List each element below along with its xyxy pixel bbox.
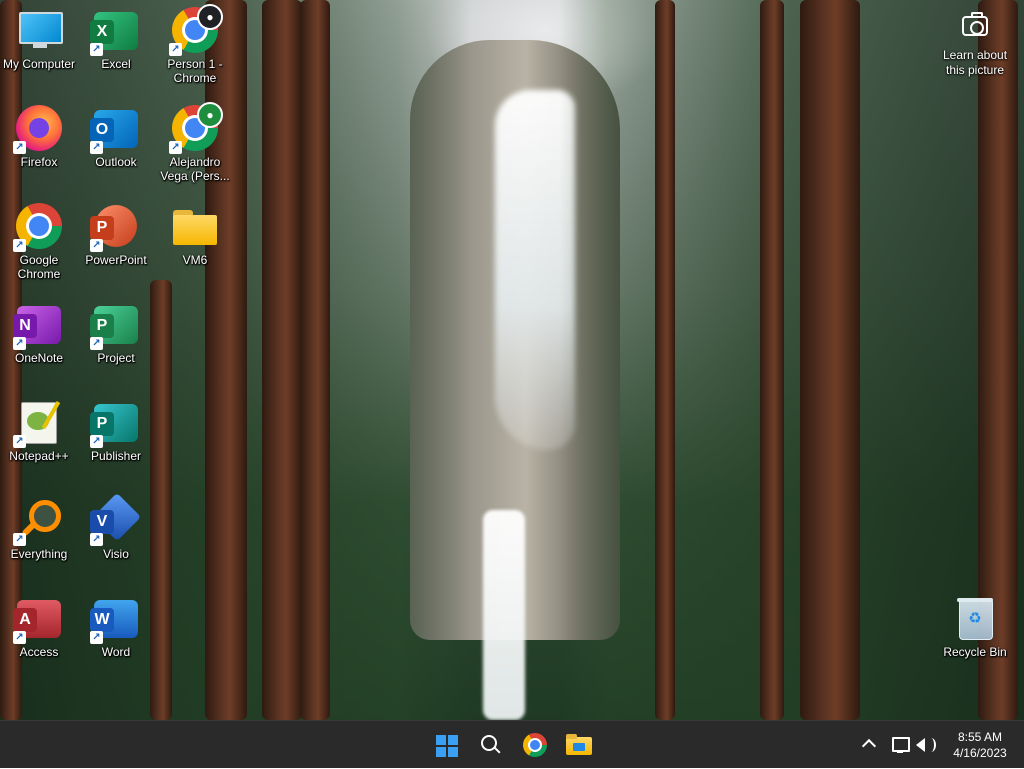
clock-time: 8:55 AM <box>957 730 1003 744</box>
powerpoint-icon: P ↗ <box>90 202 140 252</box>
clock-date: 4/16/2023 <box>953 746 1007 760</box>
recycle-symbol-icon: ♻ <box>968 609 982 627</box>
desktop-icon-visio[interactable]: V ↗ Visio <box>78 492 154 561</box>
icon-label: PowerPoint <box>85 253 147 267</box>
desktop-icon-project[interactable]: P ↗ Project <box>78 300 154 365</box>
shortcut-arrow-icon: ↗ <box>169 43 182 56</box>
shortcut-arrow-icon: ↗ <box>90 533 103 546</box>
desktop-icon-firefox[interactable]: ↗ Firefox <box>1 104 77 169</box>
desktop-icon-google-chrome[interactable]: ↗ Google Chrome <box>1 202 77 281</box>
shortcut-arrow-icon: ↗ <box>13 141 26 154</box>
desktop-icon-person1-chrome[interactable]: ● ↗ Person 1 - Chrome <box>157 4 233 85</box>
visio-icon: V ↗ <box>90 492 142 546</box>
speaker-icon <box>916 738 925 752</box>
file-explorer-button[interactable] <box>561 729 595 761</box>
wallpaper-trunk <box>262 0 302 720</box>
desktop-icon-everything[interactable]: ↗ Everything <box>1 496 77 561</box>
shortcut-arrow-icon: ↗ <box>90 43 103 56</box>
wallpaper-trunk <box>655 0 675 720</box>
folder-icon <box>171 202 219 250</box>
shortcut-arrow-icon: ↗ <box>90 337 103 350</box>
windows-logo-icon <box>436 735 458 757</box>
network-icon <box>892 737 910 752</box>
person-icon: ● <box>197 4 223 30</box>
desktop-icon-publisher[interactable]: P ↗ Publisher <box>78 398 154 463</box>
icon-label: OneNote <box>14 351 64 365</box>
desktop-icon-my-computer[interactable]: My Computer <box>1 6 77 71</box>
magnifier-icon: ↗ <box>13 496 63 546</box>
taskbar: 8:55 AM 4/16/2023 <box>0 720 1024 768</box>
shortcut-arrow-icon: ↗ <box>90 435 103 448</box>
shortcut-arrow-icon: ↗ <box>13 337 26 350</box>
chevron-up-icon <box>861 738 877 754</box>
chrome-icon: ↗ <box>13 202 63 252</box>
desktop-icon-recycle-bin[interactable]: ♻ Recycle Bin <box>937 594 1013 659</box>
wallpaper-waterfall-lower <box>483 510 525 720</box>
desktop-icon-access[interactable]: A ↗ Access <box>1 594 77 659</box>
wallpaper-trunk <box>760 0 784 720</box>
desktop-icon-excel[interactable]: X ↗ Excel <box>78 6 154 71</box>
icon-label: VM6 <box>182 253 208 267</box>
icon-label: My Computer <box>2 57 76 71</box>
publisher-icon: P ↗ <box>90 398 140 448</box>
icon-label: Word <box>101 645 131 659</box>
icon-label: Person 1 - Chrome <box>167 57 223 85</box>
search-button[interactable] <box>473 729 507 761</box>
person-icon: ● <box>197 102 223 128</box>
shortcut-arrow-icon: ↗ <box>90 141 103 154</box>
monitor-icon <box>15 6 63 54</box>
desktop-icon-alejandro-chrome[interactable]: ● ↗ Alejandro Vega (Pers... <box>157 102 233 183</box>
icon-label: Alejandro Vega (Pers... <box>160 155 230 183</box>
chrome-profile-icon: ● ↗ <box>169 4 223 56</box>
shortcut-arrow-icon: ↗ <box>13 631 26 644</box>
recycle-bin-icon: ♻ <box>951 594 999 642</box>
icon-label: Google Chrome <box>17 253 61 281</box>
clock-button[interactable]: 8:55 AM 4/16/2023 <box>940 729 1020 761</box>
chrome-button[interactable] <box>518 729 552 761</box>
icon-label: Everything <box>10 547 68 561</box>
chrome-profile-icon: ● ↗ <box>169 102 223 154</box>
shortcut-arrow-icon: ↗ <box>90 239 103 252</box>
desktop-icon-word[interactable]: W ↗ Word <box>78 594 154 659</box>
shortcut-arrow-icon: ↗ <box>90 631 103 644</box>
icon-label: Notepad++ <box>9 449 69 463</box>
firefox-icon: ↗ <box>13 104 63 154</box>
outlook-icon: O ↗ <box>90 104 140 154</box>
desktop-icon-powerpoint[interactable]: P ↗ PowerPoint <box>78 202 154 267</box>
onenote-icon: N ↗ <box>13 300 63 350</box>
icon-label: Firefox <box>20 155 58 169</box>
icon-label: Recycle Bin <box>943 645 1007 659</box>
icon-label: Excel <box>101 57 131 71</box>
desktop-icon-vm6[interactable]: VM6 <box>157 202 233 267</box>
icon-label: Project <box>97 351 135 365</box>
learn-about-picture-label: Learn about this picture <box>942 48 1008 77</box>
icon-label: Publisher <box>90 449 142 463</box>
icon-label: Visio <box>103 547 129 561</box>
notepadpp-icon: ↗ <box>13 398 63 448</box>
start-button[interactable] <box>429 729 463 761</box>
wallpaper-trunk <box>800 0 860 720</box>
project-icon: P ↗ <box>90 300 140 350</box>
desktop-icon-notepadpp[interactable]: ↗ Notepad++ <box>1 398 77 463</box>
desktop-icon-outlook[interactable]: O ↗ Outlook <box>78 104 154 169</box>
shortcut-arrow-icon: ↗ <box>13 239 26 252</box>
learn-about-picture[interactable]: Learn about this picture <box>932 12 1018 78</box>
icon-label: Access <box>19 645 59 659</box>
word-icon: W ↗ <box>90 594 140 644</box>
access-icon: A ↗ <box>13 594 63 644</box>
excel-icon: X ↗ <box>90 6 140 56</box>
shortcut-arrow-icon: ↗ <box>169 141 182 154</box>
icon-label: Outlook <box>95 155 137 169</box>
desktop-icon-onenote[interactable]: N ↗ OneNote <box>1 300 77 365</box>
camera-icon <box>962 12 988 36</box>
shortcut-arrow-icon: ↗ <box>13 435 26 448</box>
wallpaper-trunk <box>300 0 330 720</box>
shortcut-arrow-icon: ↗ <box>13 533 26 546</box>
